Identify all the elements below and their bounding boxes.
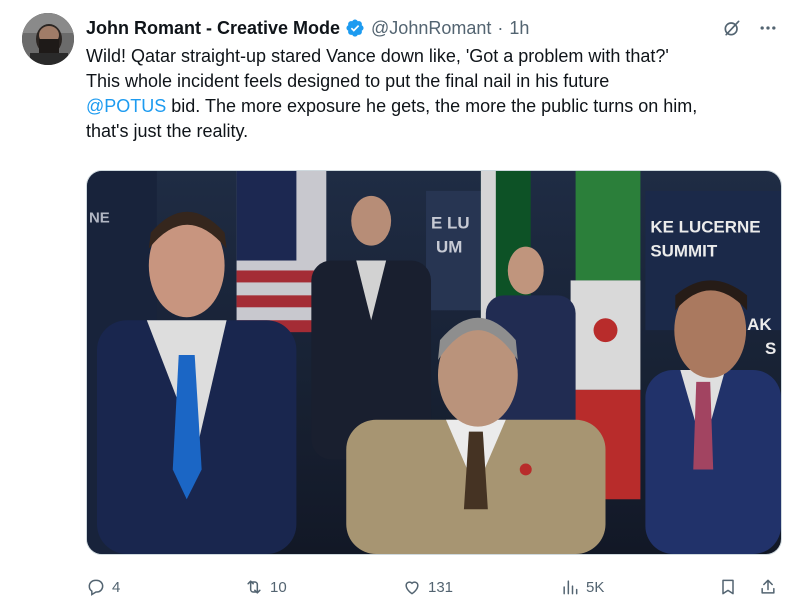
time-separator: ·	[497, 17, 504, 38]
views-button[interactable]: 5K	[560, 570, 604, 604]
bookmark-button[interactable]	[718, 570, 738, 604]
repost-button[interactable]: 10	[244, 570, 287, 604]
repost-count: 10	[270, 578, 287, 596]
tweet-text-line: @POTUS bid. The more exposure he gets, t…	[86, 94, 786, 119]
tweet-text-line: This whole incident feels designed to pu…	[86, 71, 610, 91]
views-icon	[563, 580, 578, 595]
share-button[interactable]	[758, 570, 778, 604]
reply-button[interactable]: 4	[86, 570, 120, 604]
video-frame: KE LUCERNE SUMMIT E LU UM AK S NE	[87, 171, 781, 554]
tweet-header: John Romant - Creative Mode @JohnRomant …	[86, 14, 780, 42]
like-icon	[405, 581, 419, 595]
grok-icon[interactable]	[720, 16, 744, 40]
tweet-text-line: Wild! Qatar straight-up stared Vance dow…	[86, 46, 669, 66]
views-count: 5K	[586, 578, 605, 596]
bookmark-icon	[722, 579, 734, 595]
tweet-text: Wild! Qatar straight-up stared Vance dow…	[86, 44, 786, 144]
avatar-image	[22, 13, 74, 65]
header-actions	[720, 14, 780, 42]
verified-badge-icon	[346, 19, 364, 37]
action-bar: 4 10 131 5K	[86, 570, 786, 604]
like-count: 131	[428, 578, 454, 596]
tweet-text-fragment: bid. The more exposure he gets, the more…	[166, 96, 698, 116]
reply-icon	[88, 579, 104, 596]
more-icon[interactable]	[756, 16, 780, 40]
avatar[interactable]	[22, 13, 74, 65]
repost-icon	[247, 580, 261, 594]
like-button[interactable]: 131	[402, 570, 453, 604]
share-icon	[761, 579, 775, 594]
reply-count: 4	[112, 578, 121, 596]
mention-link[interactable]: @POTUS	[86, 96, 166, 116]
tweet-media[interactable]: KE LUCERNE SUMMIT E LU UM AK S NE	[86, 170, 782, 555]
handle[interactable]: @JohnRomant	[371, 18, 491, 39]
timestamp[interactable]: 1h	[509, 18, 529, 39]
display-name[interactable]: John Romant - Creative Mode	[86, 18, 340, 39]
tweet-text-line: that's just the reality.	[86, 121, 249, 141]
